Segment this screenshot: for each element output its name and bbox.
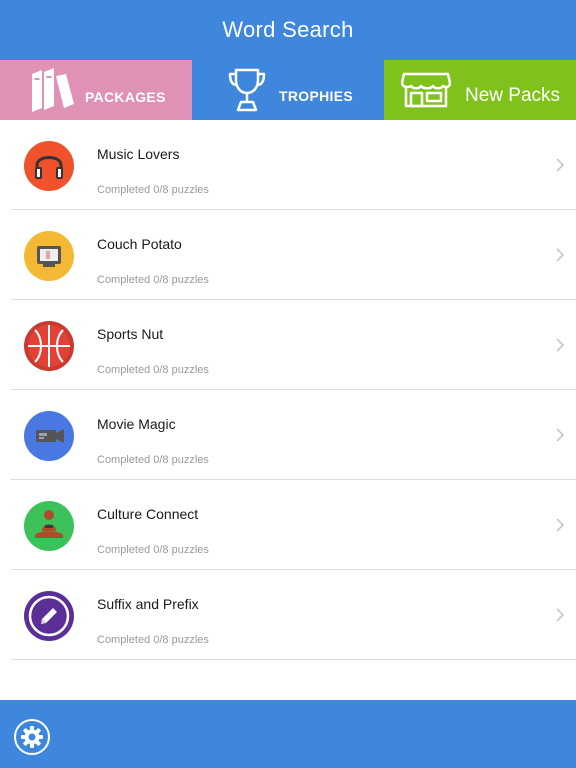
tv-icon — [24, 231, 74, 281]
package-progress: Completed 0/8 puzzles — [97, 274, 209, 286]
chevron-right-icon — [556, 338, 565, 357]
chevron-right-icon — [556, 158, 565, 177]
package-progress: Completed 0/8 puzzles — [97, 454, 209, 466]
package-progress: Completed 0/8 puzzles — [97, 634, 209, 646]
row-divider — [11, 659, 576, 660]
package-title: Culture Connect — [97, 506, 199, 522]
package-progress: Completed 0/8 puzzles — [97, 544, 209, 556]
package-row-sports-nut[interactable]: Sports Nut Completed 0/8 puzzles — [0, 300, 576, 390]
tab-packages[interactable]: PACKAGES — [0, 60, 192, 120]
camera-icon — [24, 411, 74, 461]
headphones-icon — [24, 141, 74, 191]
package-row-music-lovers[interactable]: Music Lovers Completed 0/8 puzzles — [0, 120, 576, 210]
package-row-couch-potato[interactable]: Couch Potato Completed 0/8 puzzles — [0, 210, 576, 300]
package-title: Sports Nut — [97, 326, 164, 342]
app-title: Word Search — [222, 17, 354, 42]
package-title: Music Lovers — [97, 146, 180, 162]
tab-packages-label: PACKAGES — [85, 89, 166, 105]
gear-icon[interactable] — [13, 718, 51, 761]
tab-new-packs-label: New Packs — [465, 85, 561, 106]
package-title: Couch Potato — [97, 236, 182, 252]
chevron-right-icon — [556, 428, 565, 447]
package-row-suffix-and-prefix[interactable]: Suffix and Prefix Completed 0/8 puzzles — [0, 570, 576, 660]
tab-new-packs[interactable]: New Packs — [384, 60, 576, 120]
trophy-icon — [226, 66, 268, 119]
app-header: Word Search — [0, 0, 576, 60]
package-row-culture-connect[interactable]: Culture Connect Completed 0/8 puzzles — [0, 480, 576, 570]
tab-trophies-label: TROPHIES — [279, 88, 353, 104]
store-icon — [400, 72, 452, 113]
chevron-right-icon — [556, 248, 565, 267]
tab-bar: PACKAGES TROPHIES New Packs — [0, 60, 576, 120]
tab-trophies[interactable]: TROPHIES — [192, 60, 384, 120]
chevron-right-icon — [556, 518, 565, 537]
basketball-icon — [24, 321, 74, 371]
package-list: Music Lovers Completed 0/8 puzzles Couch… — [0, 120, 576, 660]
chevron-right-icon — [556, 608, 565, 627]
package-progress: Completed 0/8 puzzles — [97, 364, 209, 376]
package-row-movie-magic[interactable]: Movie Magic Completed 0/8 puzzles — [0, 390, 576, 480]
pencil-icon — [24, 591, 74, 641]
meditation-icon — [24, 501, 74, 551]
books-icon — [28, 64, 76, 121]
package-title: Movie Magic — [97, 416, 176, 432]
package-progress: Completed 0/8 puzzles — [97, 184, 209, 196]
bottom-bar — [0, 700, 576, 768]
package-title: Suffix and Prefix — [97, 596, 199, 612]
